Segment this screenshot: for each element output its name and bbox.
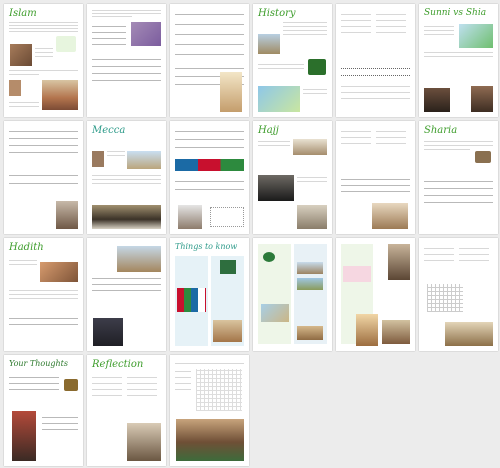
page-things-to-know[interactable]: Things to know — [170, 238, 249, 351]
world-map — [261, 304, 289, 322]
page-16[interactable] — [253, 238, 332, 351]
elder-man-photo — [127, 423, 161, 461]
page-mecca[interactable]: Mecca — [87, 121, 166, 234]
quran-photo — [10, 44, 32, 66]
bearded-man-photo — [56, 201, 78, 229]
dotted-diagram — [210, 207, 244, 227]
arabian-man-photo — [388, 244, 410, 280]
prayer-photo — [131, 22, 161, 46]
pilgrims-white-photo — [297, 205, 327, 229]
city-photo — [382, 320, 410, 344]
minaret-photo — [220, 72, 242, 112]
two-men-photo — [372, 203, 408, 229]
mosque-interior-photo — [117, 246, 161, 272]
page-9[interactable] — [170, 121, 249, 234]
highlight-box — [343, 266, 371, 282]
page-11[interactable] — [336, 121, 415, 234]
word-search-grid — [196, 369, 242, 411]
page-your-thoughts[interactable]: Your Thoughts — [4, 355, 83, 466]
page-title: Mecca — [92, 125, 126, 136]
page-5[interactable] — [336, 4, 415, 117]
page-history[interactable]: History — [253, 4, 332, 117]
leaders-photo — [424, 88, 450, 112]
protest-photo — [12, 411, 36, 461]
cleric-photo — [471, 86, 493, 112]
flags-strip — [175, 159, 244, 171]
crescent-logo — [56, 36, 76, 52]
crossword-grid — [427, 284, 463, 312]
landscape-thumbnail — [297, 278, 323, 290]
group-photo — [40, 262, 78, 282]
page-17[interactable] — [336, 238, 415, 351]
distribution-map — [459, 24, 493, 48]
page-reflection[interactable]: Reflection — [87, 355, 166, 466]
mosque-photo — [42, 80, 78, 110]
menorah-icon — [64, 379, 78, 391]
arabic-icon — [263, 252, 275, 262]
page-title: Reflection — [92, 359, 144, 370]
page-7[interactable] — [4, 121, 83, 234]
praying-man-photo — [178, 205, 202, 229]
city-photo — [258, 34, 280, 54]
page-sharia[interactable]: Sharia — [419, 121, 498, 234]
page-18[interactable] — [419, 238, 498, 351]
page-title: Sharia — [424, 125, 458, 136]
mosque-arch-photo — [213, 320, 242, 342]
minaret-photo — [356, 314, 378, 346]
mecca-skyline-photo — [127, 151, 161, 169]
page-hadith[interactable]: Hadith — [4, 238, 83, 351]
arabic-script-strip — [341, 68, 410, 76]
hajj-crowd-photo — [293, 139, 327, 155]
page-3[interactable] — [170, 4, 249, 117]
page-word-search[interactable] — [170, 355, 249, 466]
page-title: Hadith — [9, 242, 44, 253]
kaaba-crowd-photo — [92, 205, 161, 229]
worksheet-page-grid: Islam History Sunni vs Shia Mecca Hajj S… — [4, 4, 498, 466]
market-photo — [176, 419, 244, 461]
scales-icon — [475, 151, 491, 163]
dome-thumbnail — [297, 326, 323, 340]
page-14[interactable] — [87, 238, 166, 351]
city-thumbnail — [297, 262, 323, 274]
page-hajj[interactable]: Hajj — [253, 121, 332, 234]
worshippers-photo — [9, 80, 21, 96]
kaaba-photo — [258, 175, 294, 201]
page-sunni-vs-shia[interactable]: Sunni vs Shia — [419, 4, 498, 117]
quran-cover-icon — [220, 260, 236, 274]
tower-photo — [445, 322, 493, 346]
page-2[interactable] — [87, 4, 166, 117]
page-title: Your Thoughts — [9, 359, 68, 368]
page-title: History — [258, 8, 296, 19]
pilgrims-photo — [92, 151, 104, 167]
flags-grid — [177, 288, 206, 312]
page-title: Sunni vs Shia — [424, 8, 487, 18]
empire-map — [258, 86, 300, 112]
page-islam[interactable]: Islam — [4, 4, 83, 117]
veiled-women-photo — [93, 318, 123, 346]
page-title: Hajj — [258, 125, 279, 136]
emblem-photo — [308, 59, 326, 75]
page-title: Islam — [9, 8, 37, 19]
page-title: Things to know — [175, 242, 238, 251]
